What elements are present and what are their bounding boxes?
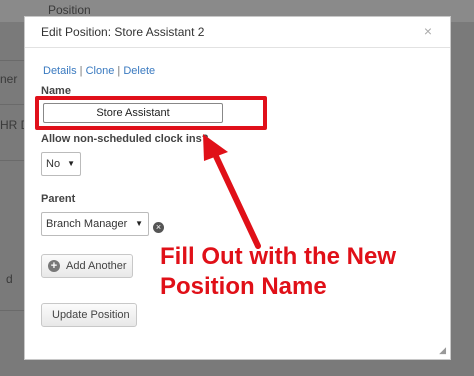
annotation-line-1: Fill Out with the New: [160, 243, 396, 270]
annotation-text: Fill Out with the New Position Name: [160, 242, 470, 302]
annotation-line-2: Position Name: [160, 273, 327, 300]
annotation-arrow: [203, 134, 261, 249]
